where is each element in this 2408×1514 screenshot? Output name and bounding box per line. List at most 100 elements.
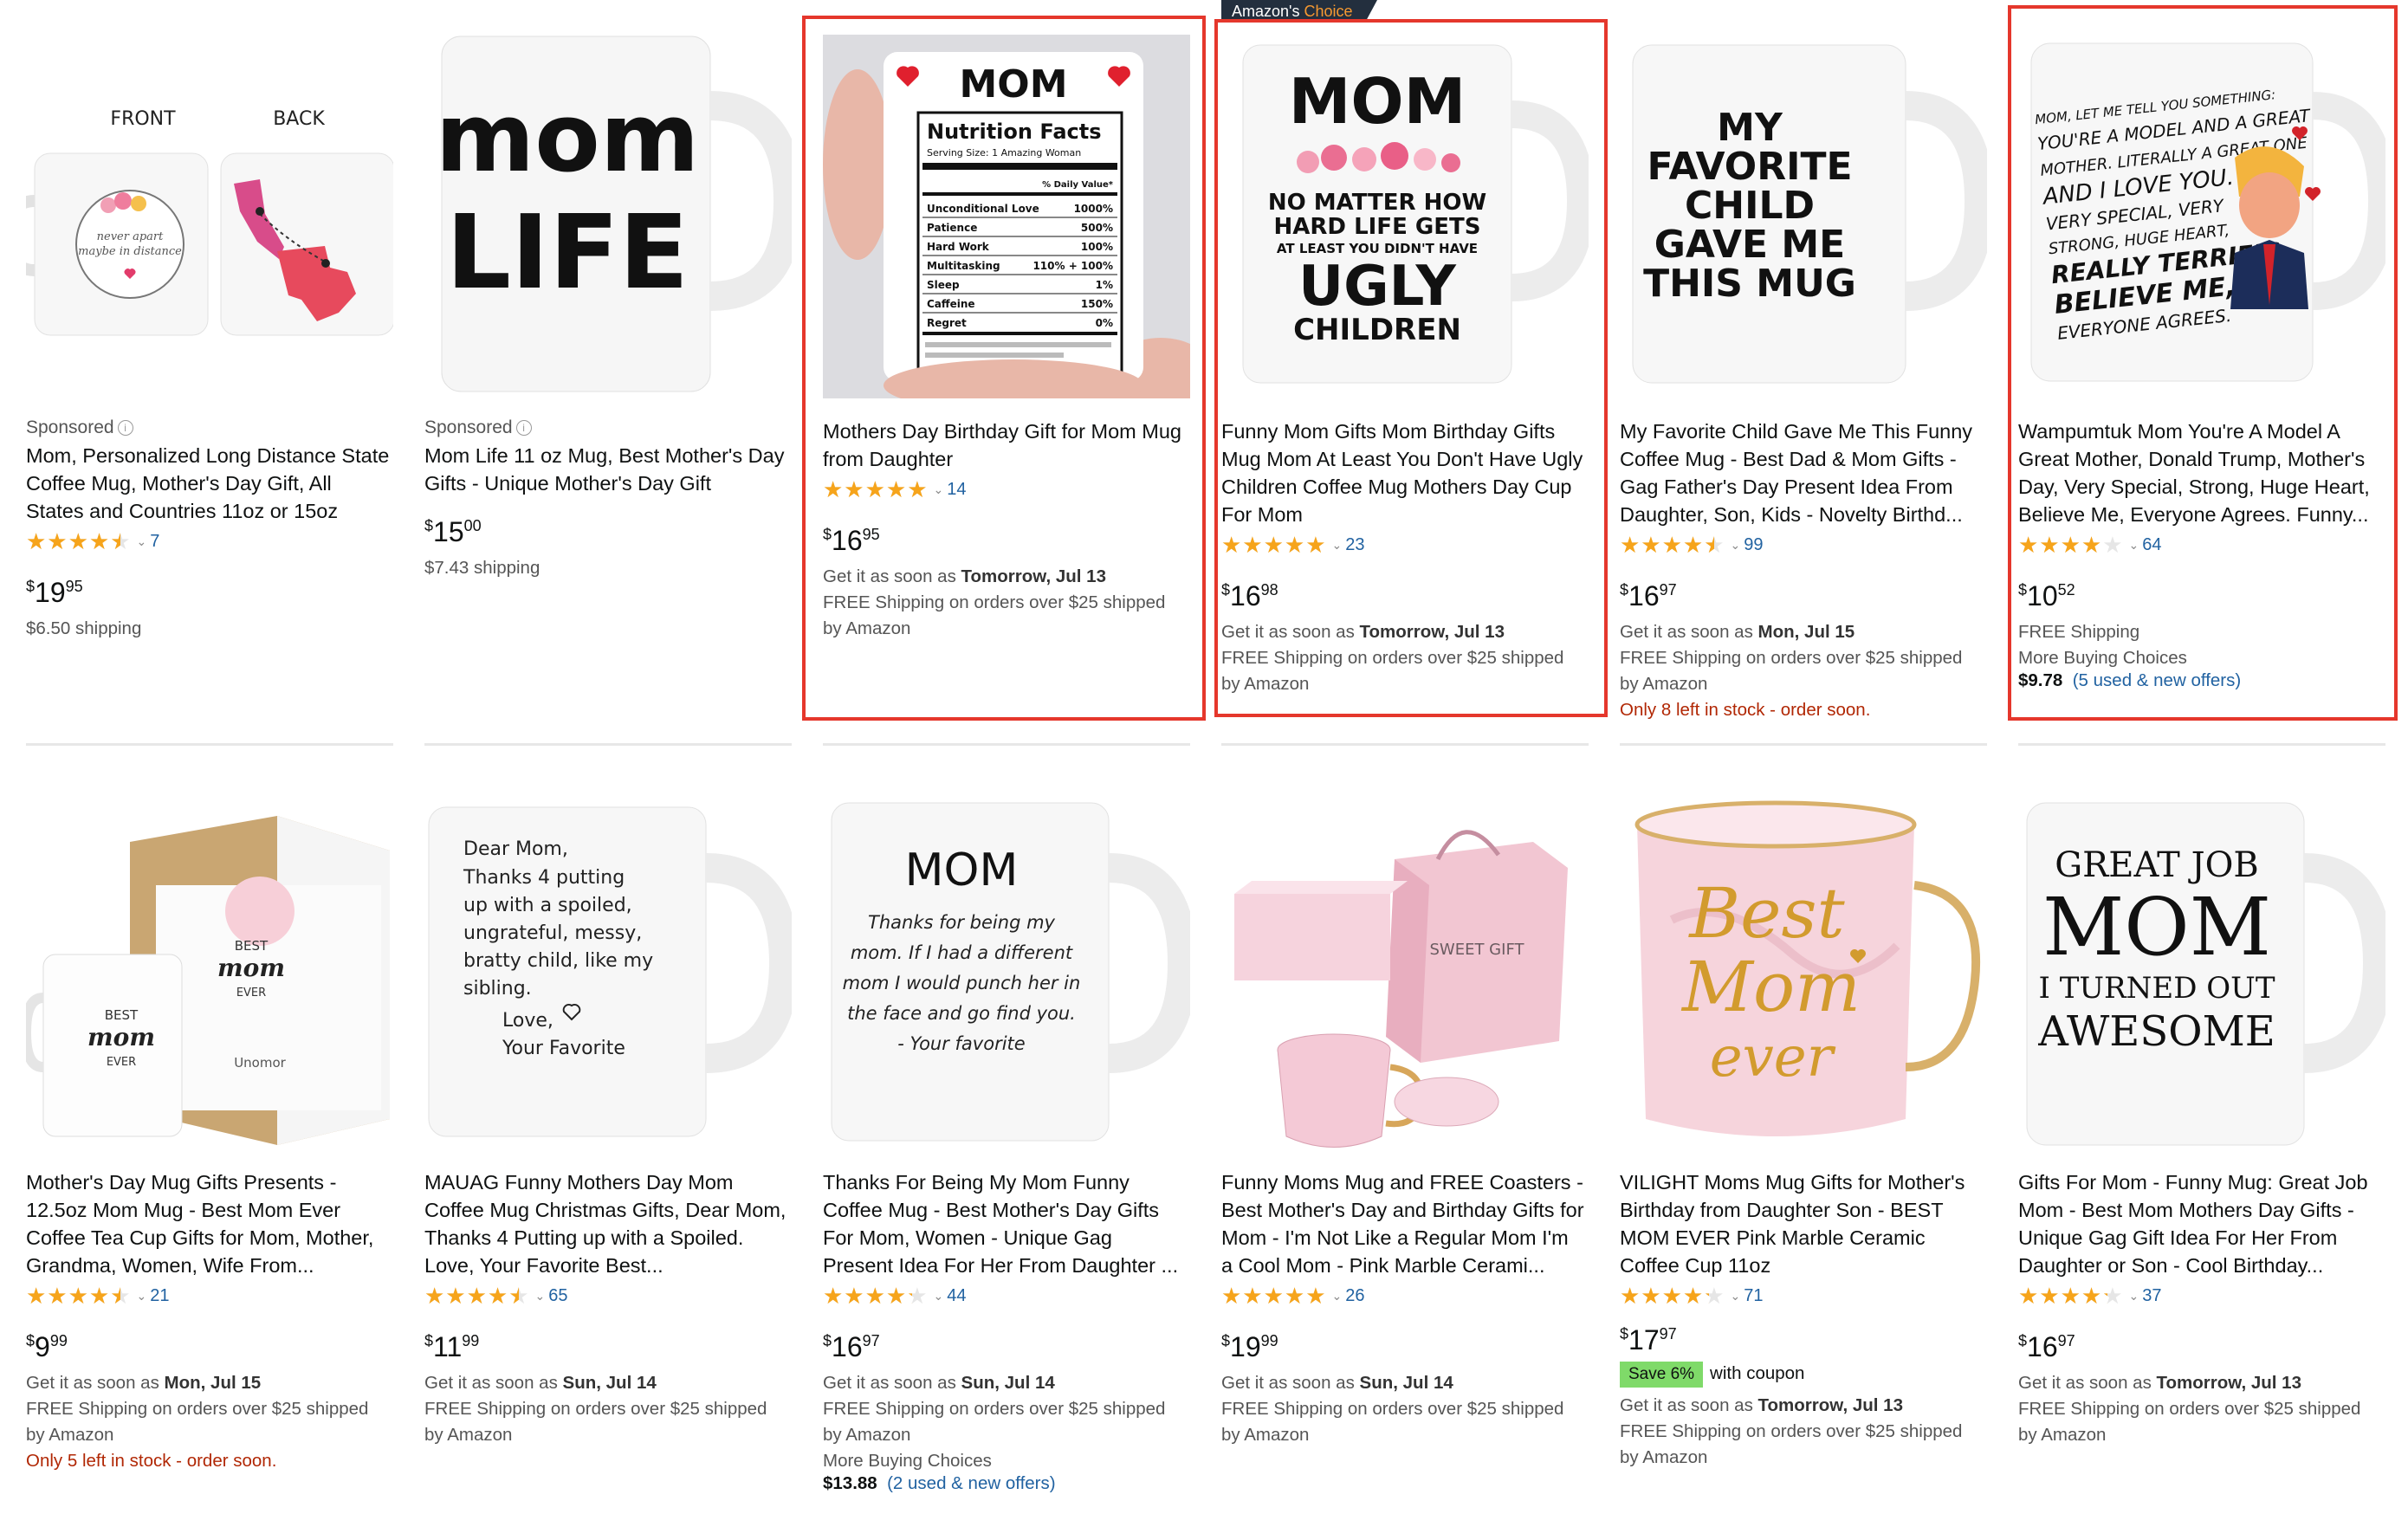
review-count[interactable]: 26 xyxy=(1345,1286,1364,1306)
product-title[interactable]: Mom Life 11 oz Mug, Best Mother's Day Gi… xyxy=(424,442,788,497)
star-rating[interactable]: ★★★★★★★★★★ xyxy=(26,530,132,553)
nutrition-row-value: 1% xyxy=(1096,279,1113,291)
star-rating[interactable]: ★★★★★★★★★★ xyxy=(1620,534,1725,556)
sponsored-label: Sponsored i xyxy=(424,417,788,438)
review-count[interactable]: 14 xyxy=(947,480,966,500)
price[interactable]: $1797 xyxy=(1620,1319,1984,1355)
mug-text-line: mom. If I had a different xyxy=(851,942,1073,963)
star-rating[interactable]: ★★★★★★★★★★ xyxy=(1221,1284,1327,1307)
product-image[interactable]: mom LIFE xyxy=(424,28,792,400)
star-rating[interactable]: ★★★★★★★★★★ xyxy=(424,1284,530,1307)
rating-row: ★★★★★★★★★★ ⌄ 44 xyxy=(823,1284,1187,1307)
chevron-down-icon[interactable]: ⌄ xyxy=(934,1289,944,1304)
product-image[interactable]: BEST mom EVER Unomor BEST mom EVER xyxy=(26,790,393,1162)
product-image[interactable]: MOM, LET ME TELL YOU SOMETHING: YOU'RE A… xyxy=(2018,28,2385,400)
price[interactable]: $999 xyxy=(26,1326,390,1362)
shipping-cost: $6.50 shipping xyxy=(26,618,142,638)
rating-row: ★★★★★ ★★★★★ ⌄ 14 xyxy=(823,478,1187,501)
chevron-down-icon[interactable]: ⌄ xyxy=(1731,538,1741,553)
product-image[interactable]: Dear Mom, Thanks 4 putting up with a spo… xyxy=(424,790,792,1162)
product-title[interactable]: Funny Mom Gifts Mom Birthday Gifts Mug M… xyxy=(1221,417,1585,528)
product-title[interactable]: Wampumtuk Mom You're A Model A Great Mot… xyxy=(2018,417,2382,528)
product-title[interactable]: MAUAG Funny Mothers Day Mom Coffee Mug C… xyxy=(424,1168,788,1279)
offers-link[interactable]: (5 used & new offers) xyxy=(2073,670,2241,690)
product-title[interactable]: Mothers Day Birthday Gift for Mom Mug fr… xyxy=(823,417,1187,473)
review-count[interactable]: 21 xyxy=(150,1286,169,1306)
review-count[interactable]: 44 xyxy=(947,1286,966,1306)
chevron-down-icon[interactable]: ⌄ xyxy=(2129,538,2139,553)
product-image[interactable]: MOM Thanks for being my mom. If I had a … xyxy=(823,790,1190,1162)
chevron-down-icon[interactable]: ⌄ xyxy=(1332,1289,1343,1304)
review-count[interactable]: 64 xyxy=(2142,535,2161,555)
review-count[interactable]: 7 xyxy=(150,532,159,552)
product-image[interactable]: MOM Nutrition Facts Serving Size: 1 Amaz… xyxy=(823,35,1190,398)
price[interactable]: $1199 xyxy=(424,1326,788,1362)
star-rating[interactable]: ★★★★★★★★★★ xyxy=(2018,534,2124,556)
star-rating[interactable]: ★★★★★★★★★★ xyxy=(1620,1284,1725,1307)
product-image[interactable]: MOM NO MATTER HOW HARD LIFE GETS AT LEAS… xyxy=(1221,28,1589,400)
price[interactable]: $1999 xyxy=(1221,1326,1585,1362)
save-badge[interactable]: Save 6% xyxy=(1620,1362,1704,1388)
review-count[interactable]: 65 xyxy=(548,1286,567,1306)
mug-text-line: I TURNED OUT xyxy=(2038,971,2275,1006)
product-title[interactable]: VILIGHT Moms Mug Gifts for Mother's Birt… xyxy=(1620,1168,1984,1279)
product-title[interactable]: Gifts For Mom - Funny Mug: Great Job Mom… xyxy=(2018,1168,2382,1279)
chevron-down-icon[interactable]: ⌄ xyxy=(934,482,944,497)
nutrition-facts-heading: Nutrition Facts xyxy=(927,120,1102,144)
free-shipping-note: FREE Shipping on orders over $25 shipped… xyxy=(1620,648,1963,694)
product-title[interactable]: Funny Moms Mug and FREE Coasters - Best … xyxy=(1221,1168,1585,1279)
serving-size: Serving Size: 1 Amazing Woman xyxy=(927,147,1081,159)
star-rating[interactable]: ★★★★★★★★★★ xyxy=(2018,1284,2124,1307)
review-count[interactable]: 71 xyxy=(1744,1286,1763,1306)
product-image[interactable]: FRONT BACK never apart maybe in distance xyxy=(26,28,393,400)
product-info: Funny Mom Gifts Mom Birthday Gifts Mug M… xyxy=(1221,417,1585,697)
product-title[interactable]: Mom, Personalized Long Distance State Co… xyxy=(26,442,390,525)
product-image[interactable]: MY FAVORITE CHILD GAVE ME THIS MUG xyxy=(1620,28,1987,400)
product-title[interactable]: Mother's Day Mug Gifts Presents - 12.5oz… xyxy=(26,1168,390,1279)
delivery-date: Get it as soon as Mon, Jul 15 xyxy=(1620,622,1855,642)
nutrition-row-label: Patience xyxy=(927,222,977,234)
mug-label-front: FRONT xyxy=(110,108,176,130)
amazons-choice-badge[interactable]: Amazon's Choice xyxy=(1221,0,1376,23)
mug-text-line: mom I would punch her in xyxy=(843,973,1081,993)
nutrition-row-value: 500% xyxy=(1081,222,1113,234)
svg-text:never apart: never apart xyxy=(97,230,164,243)
review-count[interactable]: 99 xyxy=(1744,535,1763,555)
star-rating[interactable]: ★★★★★★★★★★ xyxy=(1221,534,1327,556)
info-icon[interactable]: i xyxy=(117,420,133,436)
chevron-down-icon[interactable]: ⌄ xyxy=(535,1289,546,1304)
chevron-down-icon[interactable]: ⌄ xyxy=(1332,538,1343,553)
product-title[interactable]: My Favorite Child Gave Me This Funny Cof… xyxy=(1620,417,1984,528)
star-rating[interactable]: ★★★★★★★★★★ xyxy=(26,1284,132,1307)
price[interactable]: $1697 xyxy=(1620,575,1984,611)
nutrition-row-value: 110% + 100% xyxy=(1032,260,1113,272)
review-count[interactable]: 23 xyxy=(1345,535,1364,555)
chevron-down-icon[interactable]: ⌄ xyxy=(1731,1289,1741,1304)
product-title[interactable]: Thanks For Being My Mom Funny Coffee Mug… xyxy=(823,1168,1187,1279)
price[interactable]: $1500 xyxy=(424,511,788,547)
mug-label-back: BACK xyxy=(273,108,325,130)
info-icon[interactable]: i xyxy=(515,420,532,436)
price[interactable]: $1695 xyxy=(823,520,1187,555)
mug-title-text: MOM xyxy=(960,62,1068,107)
mug-text-line: HARD LIFE GETS xyxy=(1274,214,1481,240)
nutrition-row-value: 0% xyxy=(1096,317,1113,329)
star-rating[interactable]: ★★★★★★★★★★ xyxy=(823,1284,929,1307)
price[interactable]: $1995 xyxy=(26,572,390,607)
price[interactable]: $1697 xyxy=(2018,1326,2382,1362)
star-rating[interactable]: ★★★★★★★★★★ xyxy=(823,478,929,501)
offers-link[interactable]: (2 used & new offers) xyxy=(887,1473,1055,1493)
chevron-down-icon[interactable]: ⌄ xyxy=(137,1289,147,1304)
review-count[interactable]: 37 xyxy=(2142,1286,2161,1306)
chevron-down-icon[interactable]: ⌄ xyxy=(2129,1289,2139,1304)
price[interactable]: $1698 xyxy=(1221,575,1585,611)
product-image[interactable]: GREAT JOB MOM I TURNED OUT AWESOME xyxy=(2018,790,2385,1162)
product-image[interactable]: Best Mom ever xyxy=(1620,790,1987,1162)
price[interactable]: $1052 xyxy=(2018,575,2382,611)
brand-text: Unomor xyxy=(234,1055,286,1071)
price[interactable]: $1697 xyxy=(823,1326,1187,1362)
free-shipping-note: FREE Shipping on orders over $25 shipped… xyxy=(1221,648,1564,694)
product-image[interactable]: SWEET GIFT xyxy=(1221,790,1589,1162)
free-shipping-note: FREE Shipping on orders over $25 shipped… xyxy=(823,1399,1166,1445)
chevron-down-icon[interactable]: ⌄ xyxy=(137,534,147,549)
